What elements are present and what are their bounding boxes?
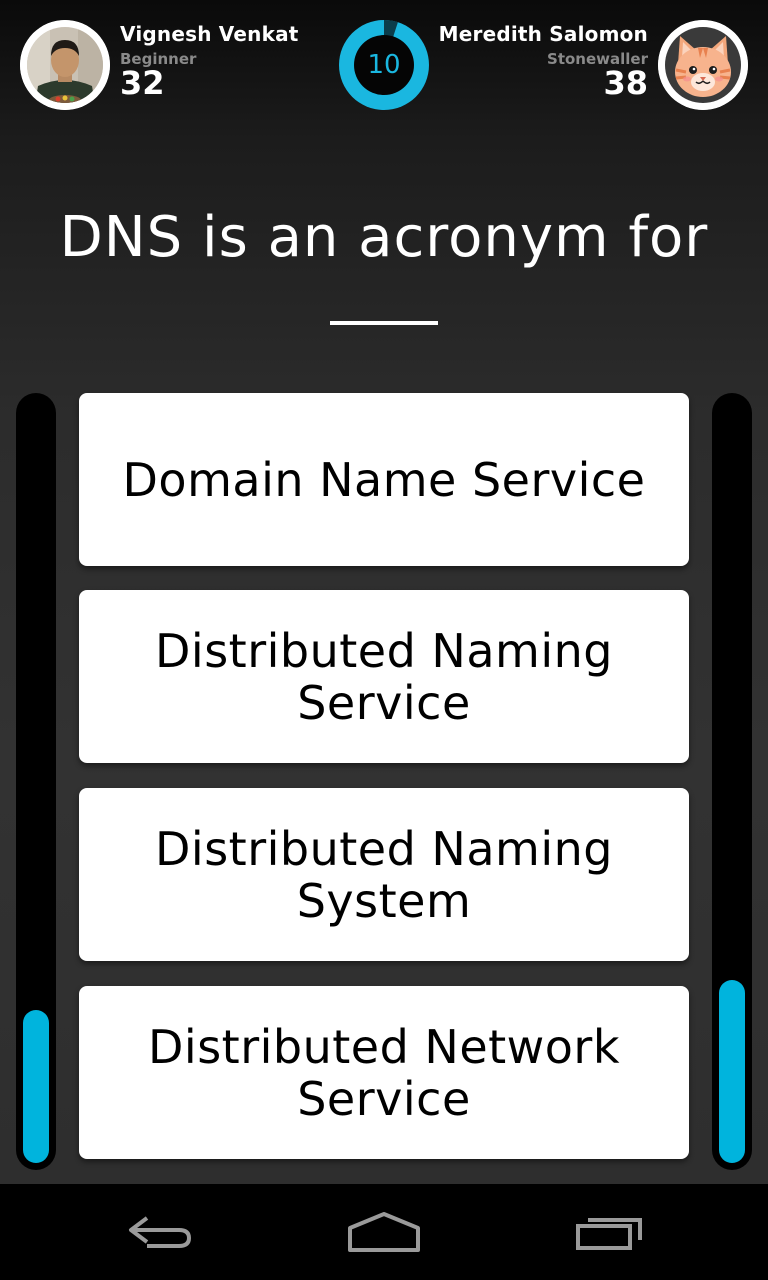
game-screen: Vignesh Venkat Beginner 32 10 Meredith S… (0, 0, 768, 1280)
player1-avatar (20, 20, 110, 110)
recents-icon (576, 1218, 642, 1250)
system-nav-bar (0, 1184, 768, 1280)
player1-score: 32 (120, 64, 165, 102)
answer-option-2-label: Distributed Naming Service (155, 623, 613, 730)
player2-score-bar (712, 393, 752, 1170)
cat-face-icon (658, 20, 748, 110)
player1-score-bar (16, 393, 56, 1170)
recents-button[interactable] (555, 1204, 665, 1260)
back-icon (129, 1216, 192, 1248)
player2-score: 38 (603, 64, 648, 102)
player2-name: Meredith Salomon (438, 22, 648, 46)
question-text: DNS is an acronym for (59, 205, 709, 270)
answer-option-4[interactable]: Distributed Network Service (79, 986, 689, 1159)
answer-option-1[interactable]: Domain Name Service (79, 393, 689, 566)
home-button[interactable] (329, 1204, 439, 1260)
countdown-timer: 10 (339, 20, 429, 110)
player2-avatar (658, 20, 748, 110)
player1-score-bar-fill (23, 1010, 49, 1163)
answer-option-3-label: Distributed Naming System (155, 821, 613, 928)
back-button[interactable] (105, 1204, 215, 1260)
answer-option-4-label: Distributed Network Service (148, 1019, 620, 1126)
answer-option-1-label: Domain Name Service (122, 452, 646, 507)
player1-name: Vignesh Venkat (120, 22, 299, 46)
answer-blank-line (330, 321, 438, 325)
player-photo (20, 20, 110, 110)
home-icon (348, 1212, 420, 1252)
player2-score-bar-fill (719, 980, 745, 1163)
answer-option-2[interactable]: Distributed Naming Service (79, 590, 689, 763)
timer-value: 10 (367, 50, 401, 80)
answer-option-3[interactable]: Distributed Naming System (79, 788, 689, 961)
